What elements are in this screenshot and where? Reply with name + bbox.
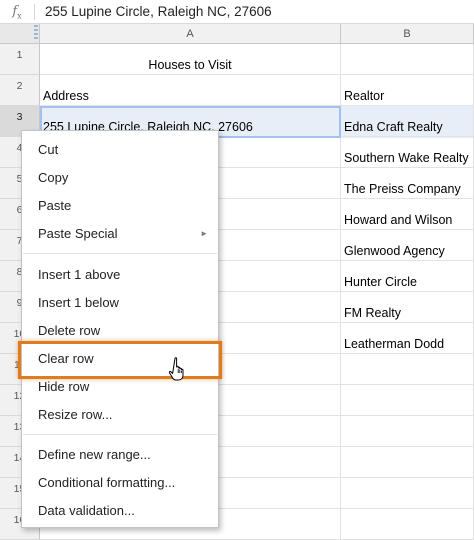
menu-item-insert-above[interactable]: Insert 1 above [22, 261, 218, 289]
clear-row-callout-highlight [18, 341, 222, 379]
cell-b12[interactable] [341, 385, 474, 416]
menu-item-data-validation[interactable]: Data validation... [22, 497, 218, 525]
fx-icon: fx [12, 4, 22, 21]
menu-item-conditional-formatting[interactable]: Conditional formatting... [22, 469, 218, 497]
row-header-2[interactable]: 2 [0, 75, 40, 106]
formula-bar-divider [34, 4, 35, 20]
menu-item-copy[interactable]: Copy [22, 164, 218, 192]
cell-b1[interactable] [341, 44, 474, 75]
menu-divider [23, 434, 217, 435]
cell-a2[interactable]: Address [40, 75, 341, 106]
cell-b9[interactable]: FM Realty [341, 292, 474, 323]
menu-item-paste-special[interactable]: Paste Special ► [22, 220, 218, 248]
row-context-menu: Cut Copy Paste Paste Special ► Insert 1 … [21, 130, 219, 528]
column-header-a[interactable]: A [40, 24, 341, 44]
menu-item-cut[interactable]: Cut [22, 136, 218, 164]
cell-b10[interactable]: Leatherman Dodd [341, 323, 474, 354]
menu-item-paste-special-label: Paste Special [38, 226, 118, 241]
cell-b3[interactable]: Edna Craft Realty [341, 106, 474, 137]
column-header-b[interactable]: B [341, 24, 474, 44]
cell-b13[interactable] [341, 416, 474, 447]
submenu-arrow-icon: ► [200, 229, 208, 238]
menu-item-paste[interactable]: Paste [22, 192, 218, 220]
cell-b7[interactable]: Glenwood Agency [341, 230, 474, 261]
menu-divider [23, 253, 217, 254]
formula-bar[interactable]: fx 255 Lupine Circle, Raleigh NC, 27606 [0, 0, 474, 24]
cell-b14[interactable] [341, 447, 474, 478]
cell-a1[interactable]: Houses to Visit [40, 44, 341, 75]
menu-item-resize-row[interactable]: Resize row... [22, 401, 218, 429]
row-header-1[interactable]: 1 [0, 44, 40, 75]
cell-b2[interactable]: Realtor [341, 75, 474, 106]
cell-b6[interactable]: Howard and Wilson [341, 199, 474, 230]
cell-b4[interactable]: Southern Wake Realty [341, 137, 474, 168]
cell-b15[interactable] [341, 478, 474, 509]
hand-pointer-cursor-icon [168, 357, 184, 381]
select-all-corner[interactable] [0, 24, 40, 44]
menu-item-insert-below[interactable]: Insert 1 below [22, 289, 218, 317]
cell-b16[interactable] [341, 509, 474, 540]
cell-b5[interactable]: The Preiss Company [341, 168, 474, 199]
menu-item-define-range[interactable]: Define new range... [22, 441, 218, 469]
cell-b11[interactable] [341, 354, 474, 385]
formula-bar-value[interactable]: 255 Lupine Circle, Raleigh NC, 27606 [45, 0, 272, 24]
cell-b8[interactable]: Hunter Circle [341, 261, 474, 292]
